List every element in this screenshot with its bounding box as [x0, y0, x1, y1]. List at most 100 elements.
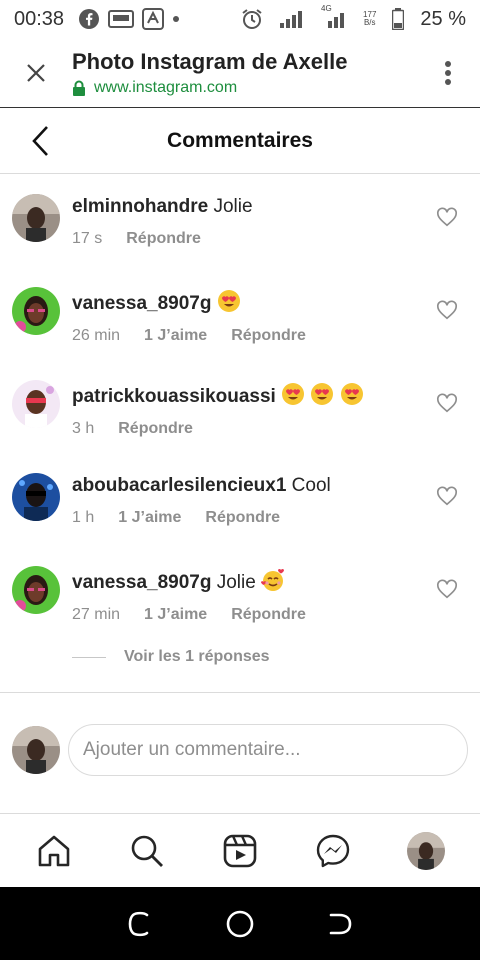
nav-reels[interactable]	[210, 821, 270, 881]
comment-username[interactable]: patrickkouassikouassi	[72, 386, 276, 407]
translate-icon	[142, 8, 165, 30]
comment-body: patrickkouassikouassi 3 h Répondre	[72, 382, 422, 438]
back-nav-button[interactable]	[320, 904, 360, 944]
facebook-icon	[78, 8, 100, 30]
status-time: 00:38	[14, 7, 65, 30]
reply-button[interactable]: Répondre	[231, 606, 306, 624]
comment-time: 3 h	[72, 420, 95, 437]
comment-item: vanessa_8907g Jolie 27 min 1 J’aime Répo…	[0, 562, 480, 652]
more-vertical-icon	[445, 60, 451, 85]
comment-meta: 3 h Répondre	[72, 420, 422, 438]
heart-eyes-emoji-icon	[311, 383, 334, 405]
battery-percentage: 25 %	[420, 7, 466, 30]
browser-url[interactable]: www.instagram.com	[72, 79, 416, 97]
view-replies[interactable]: Voir les 1 réponses	[72, 648, 270, 666]
messenger-icon	[316, 834, 349, 867]
net-speed: 177 B/s	[363, 11, 376, 27]
page-title: Commentaires	[167, 128, 313, 152]
avatar[interactable]	[12, 287, 60, 335]
browser-title: Photo Instagram de Axelle	[72, 48, 348, 74]
heart-outline-icon[interactable]	[436, 206, 458, 228]
alarm-icon	[241, 8, 263, 30]
comment-item: aboubacarlesilencieux1 Cool 1 h 1 J’aime…	[0, 469, 480, 559]
android-nav-bar	[0, 887, 480, 960]
reels-icon	[223, 834, 257, 867]
heart-outline-icon[interactable]	[436, 485, 458, 507]
comment-text: vanessa_8907g Jolie	[72, 568, 422, 594]
reply-button[interactable]: Répondre	[205, 509, 280, 527]
close-icon	[27, 63, 45, 82]
recent-apps-button[interactable]	[120, 904, 160, 944]
comment-username[interactable]: elminnohandre	[72, 196, 208, 217]
comment-username[interactable]: vanessa_8907g	[72, 293, 211, 314]
nav-profile[interactable]	[396, 821, 456, 881]
home-nav-button[interactable]	[220, 904, 260, 944]
home-circle-icon	[226, 910, 254, 937]
comment-meta: 26 min 1 J’aime Répondre	[72, 327, 422, 345]
comment-body: vanessa_8907g 26 min 1 J’aime Répondre	[72, 289, 422, 345]
comment-username[interactable]: aboubacarlesilencieux1	[72, 475, 286, 496]
current-user-avatar	[12, 726, 60, 774]
network-type: 4G	[321, 4, 332, 13]
comment-body: elminnohandre Jolie 17 s Répondre	[72, 196, 422, 248]
comment-time: 26 min	[72, 327, 121, 344]
notification-dot-icon	[172, 15, 180, 23]
back-nav-icon	[329, 913, 352, 934]
likes-count[interactable]: 1 J’aime	[144, 606, 207, 624]
avatar[interactable]	[12, 380, 60, 428]
reply-button[interactable]: Répondre	[126, 230, 201, 248]
reply-button[interactable]: Répondre	[231, 327, 306, 345]
comment-body: vanessa_8907g Jolie 27 min 1 J’aime Répo…	[72, 568, 422, 624]
comment-username[interactable]: vanessa_8907g	[72, 572, 211, 593]
battery-icon	[392, 8, 405, 30]
recent-apps-icon	[128, 911, 149, 936]
avatar[interactable]	[12, 566, 60, 614]
net-speed-unit: B/s	[363, 18, 376, 27]
comment-time: 17 s	[72, 230, 103, 247]
ssd-blast-icon	[108, 9, 135, 29]
comment-meta: 17 s Répondre	[72, 230, 422, 248]
likes-count[interactable]: 1 J’aime	[144, 327, 207, 345]
browser-header: Photo Instagram de Axelle www.instagram.…	[0, 38, 480, 108]
nav-search[interactable]	[117, 821, 177, 881]
close-button[interactable]	[0, 38, 72, 108]
url-text: www.instagram.com	[94, 78, 238, 96]
heart-outline-icon[interactable]	[436, 299, 458, 321]
comment-content: Cool	[291, 475, 331, 496]
comment-time: 1 h	[72, 509, 95, 526]
comment-text: patrickkouassikouassi	[72, 382, 422, 408]
comment-item: patrickkouassikouassi 3 h Répondre	[0, 376, 480, 466]
view-replies-line	[72, 656, 106, 658]
comments-header: Commentaires	[0, 108, 480, 174]
heart-eyes-emoji-icon	[340, 383, 363, 405]
likes-count[interactable]: 1 J’aime	[118, 509, 181, 527]
signal-icon	[279, 9, 305, 29]
back-chevron-icon	[32, 126, 48, 156]
comment-content: Jolie	[213, 196, 253, 217]
lock-icon	[73, 80, 85, 96]
comment-time: 27 min	[72, 606, 121, 623]
profile-avatar	[406, 831, 445, 870]
comment-meta: 1 h 1 J’aime Répondre	[72, 509, 422, 527]
back-button[interactable]	[20, 121, 60, 161]
nav-messenger[interactable]	[303, 821, 363, 881]
comment-text: vanessa_8907g	[72, 289, 422, 315]
comment-text: elminnohandre Jolie	[72, 196, 422, 218]
avatar[interactable]	[12, 194, 60, 242]
status-bar: 00:38 4G 177 B/s 25 %	[0, 0, 480, 38]
comment-body: aboubacarlesilencieux1 Cool 1 h 1 J’aime…	[72, 475, 422, 527]
divider	[0, 692, 480, 693]
reply-button[interactable]: Répondre	[118, 420, 193, 438]
heart-outline-icon[interactable]	[436, 578, 458, 600]
heart-eyes-emoji-icon	[217, 290, 240, 312]
browser-titles: Photo Instagram de Axelle www.instagram.…	[72, 49, 416, 97]
comment-content: Jolie	[216, 572, 256, 593]
bottom-nav	[0, 813, 480, 887]
avatar[interactable]	[12, 473, 60, 521]
add-comment-input[interactable]	[68, 724, 468, 776]
nav-home[interactable]	[24, 821, 84, 881]
more-options-button[interactable]	[416, 38, 480, 108]
view-replies-label: Voir les 1 réponses	[124, 648, 270, 665]
smiling-hearts-emoji-icon	[261, 568, 285, 591]
heart-outline-icon[interactable]	[436, 392, 458, 414]
